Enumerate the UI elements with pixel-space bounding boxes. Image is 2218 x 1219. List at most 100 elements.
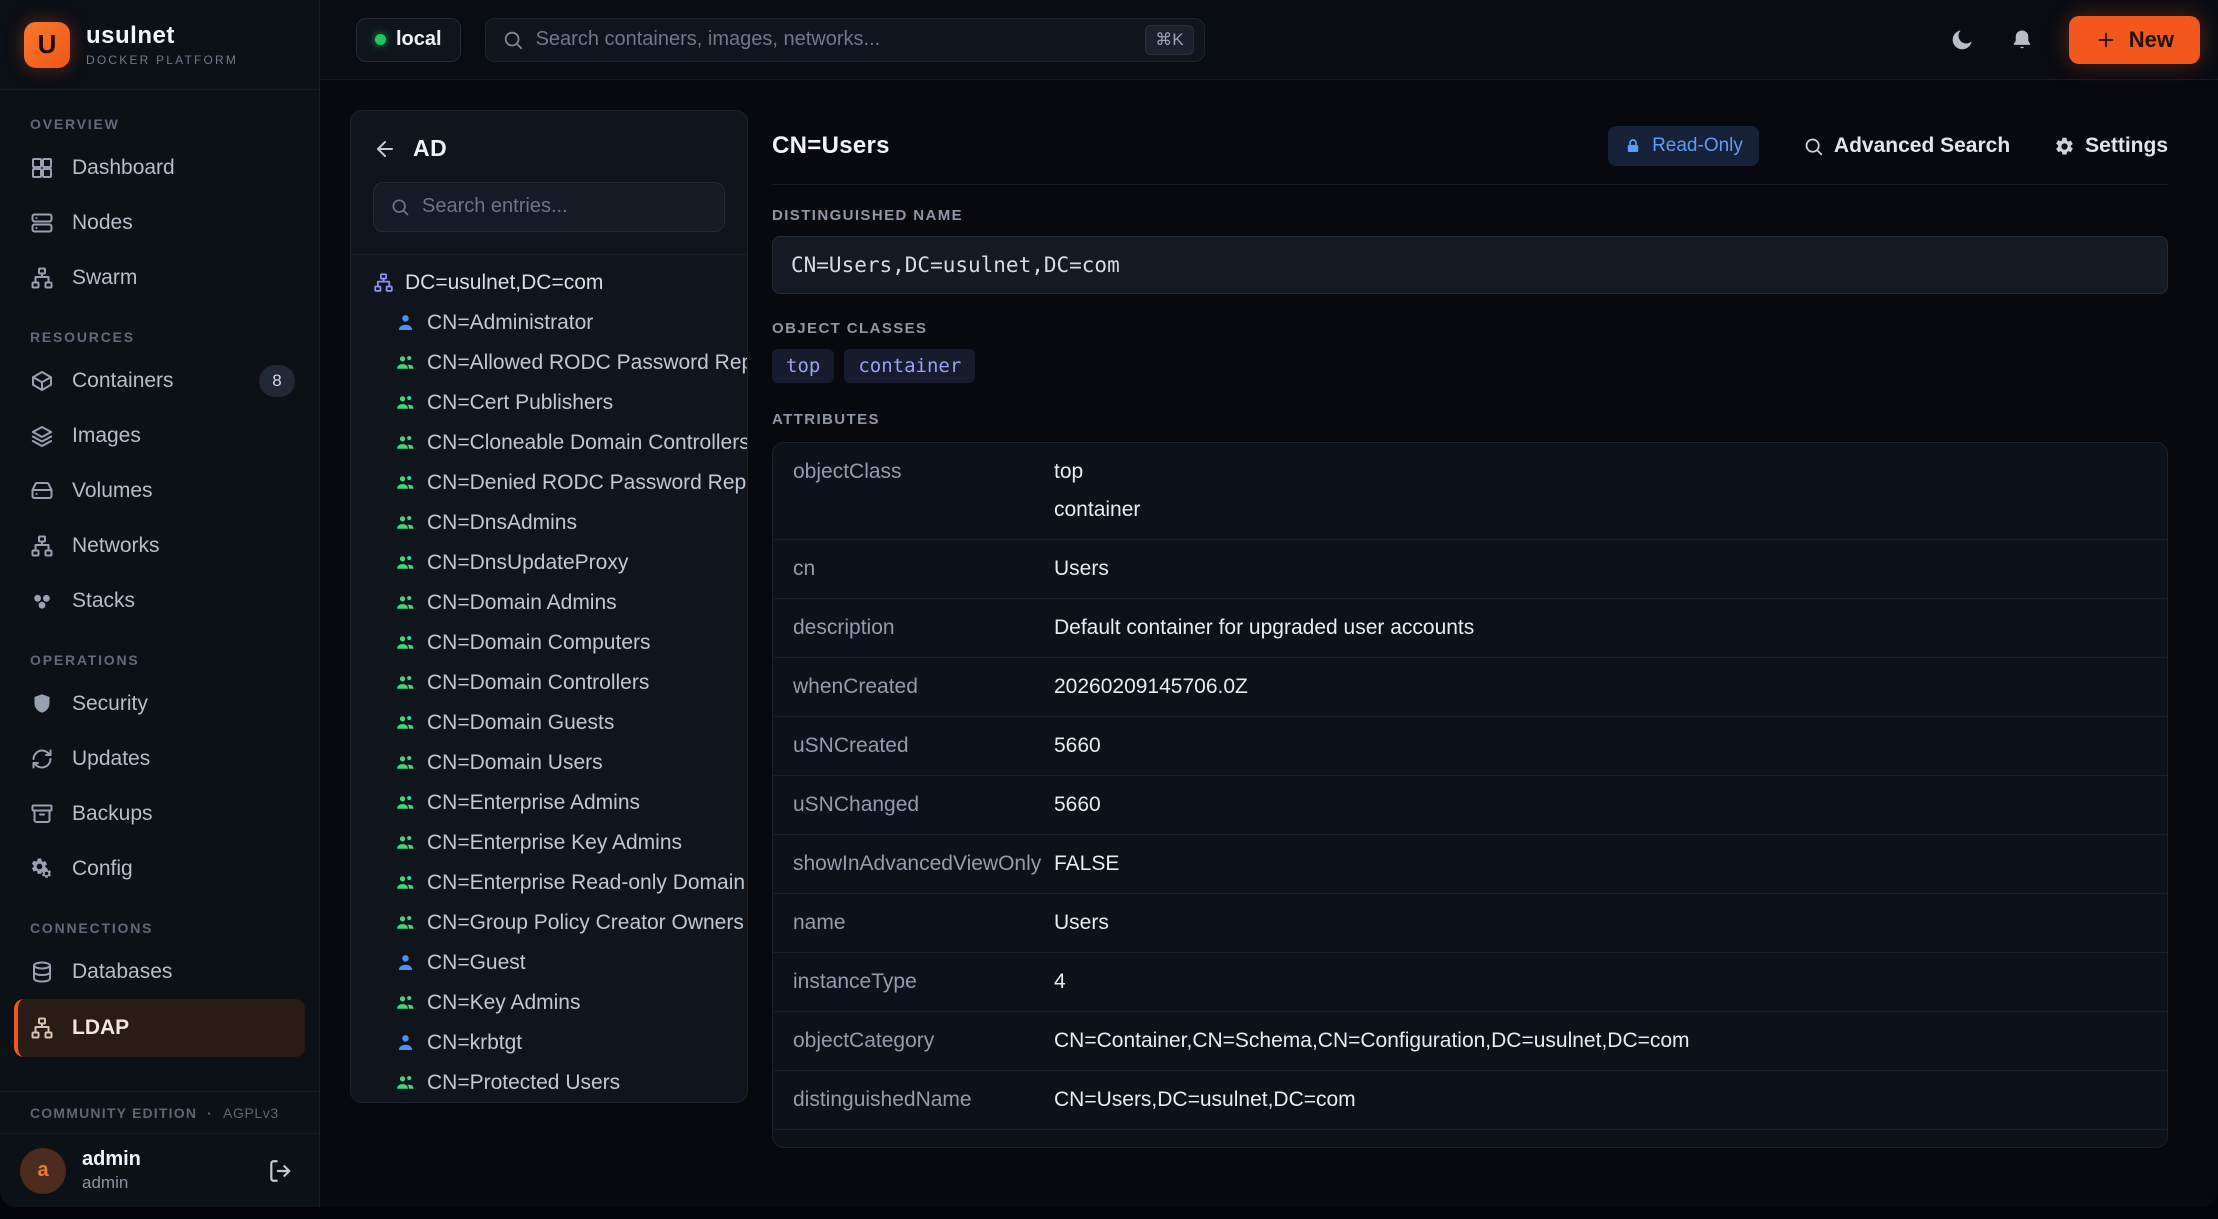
- sidebar-item-dashboard[interactable]: Dashboard: [0, 140, 319, 195]
- sidebar-item-images[interactable]: Images: [0, 408, 319, 463]
- tree-item-cn-krbtgt[interactable]: CN=krbtgt: [351, 1023, 747, 1063]
- edition-info: COMMUNITY EDITION · AGPLv3: [0, 1091, 319, 1133]
- sidebar-item-nodes[interactable]: Nodes: [0, 195, 319, 250]
- sidebar-item-label: Networks: [72, 534, 160, 558]
- sidebar-item-security[interactable]: Security: [0, 676, 319, 731]
- tree-item-label: CN=Domain Computers: [427, 631, 651, 655]
- tree-item-label: CN=Enterprise Key Admins: [427, 831, 682, 855]
- nav-section-operations: OPERATIONSSecurityUpdatesBackupsConfig: [0, 652, 319, 896]
- tree-item-cn-enterprise-key-admins[interactable]: CN=Enterprise Key Admins: [351, 823, 747, 863]
- sidebar-item-label: Config: [72, 857, 133, 881]
- sidebar-item-databases[interactable]: Databases: [0, 944, 319, 999]
- tree-item-cn-allowed-rodc-password-replicat[interactable]: CN=Allowed RODC Password Replicat...: [351, 343, 747, 383]
- license-label: AGPLv3: [223, 1105, 279, 1121]
- tree-item-cn-guest[interactable]: CN=Guest: [351, 943, 747, 983]
- dn-value-field[interactable]: [772, 236, 2168, 294]
- attr-name: whenCreated: [773, 672, 1054, 702]
- sidebar-item-config[interactable]: Config: [0, 841, 319, 896]
- tree-item-cn-key-admins[interactable]: CN=Key Admins: [351, 983, 747, 1023]
- tree-item-cn-domain-computers[interactable]: CN=Domain Computers: [351, 623, 747, 663]
- tree-item-cn-domain-users[interactable]: CN=Domain Users: [351, 743, 747, 783]
- sidebar-item-ldap[interactable]: LDAP: [14, 999, 305, 1057]
- layers-icon: [30, 424, 54, 448]
- attr-name: objectCategory: [773, 1026, 1054, 1056]
- sidebar-item-networks[interactable]: Networks: [0, 518, 319, 573]
- sidebar-item-updates[interactable]: Updates: [0, 731, 319, 786]
- nodes-icon: [30, 211, 54, 235]
- tree-item-cn-enterprise-read-only-domain-co[interactable]: CN=Enterprise Read-only Domain Co...: [351, 863, 747, 903]
- environment-badge[interactable]: local: [356, 18, 461, 62]
- sidebar: U usulnet DOCKER PLATFORM OVERVIEWDashbo…: [0, 0, 320, 1207]
- read-only-badge: Read-Only: [1608, 126, 1759, 166]
- tree-item-cn-enterprise-admins[interactable]: CN=Enterprise Admins: [351, 783, 747, 823]
- group-icon: [395, 592, 416, 613]
- attr-row-objectclass: objectClasstopcontainer: [773, 443, 2167, 539]
- dn-section-label: DISTINGUISHED NAME: [772, 207, 2168, 224]
- sidebar-item-stacks[interactable]: Stacks: [0, 573, 319, 628]
- main-area: local ⌘K New AD: [320, 0, 2218, 1207]
- tree-search: [373, 182, 725, 232]
- tree-item-dc-usulnet-dc-com[interactable]: DC=usulnet,DC=com: [351, 263, 747, 303]
- sidebar-item-containers[interactable]: Containers8: [0, 353, 319, 408]
- tree-item-cn-cert-publishers[interactable]: CN=Cert Publishers: [351, 383, 747, 423]
- avatar: a: [20, 1148, 66, 1194]
- tree-item-cn-domain-guests[interactable]: CN=Domain Guests: [351, 703, 747, 743]
- gear-icon: [2054, 136, 2075, 157]
- attr-name: instanceType: [773, 967, 1054, 997]
- tree-item-label: CN=Domain Users: [427, 751, 603, 775]
- tree-item-cn-dnsadmins[interactable]: CN=DnsAdmins: [351, 503, 747, 543]
- nav-section-overview: OVERVIEWDashboardNodesSwarm: [0, 116, 319, 305]
- plus-icon: [2095, 29, 2117, 51]
- attr-row-usncreated: uSNCreated5660: [773, 716, 2167, 775]
- new-button[interactable]: New: [2069, 16, 2200, 64]
- spheres-icon: [30, 589, 54, 613]
- tree-item-label: DC=usulnet,DC=com: [405, 271, 603, 295]
- app-tagline: DOCKER PLATFORM: [86, 53, 238, 67]
- tree-item-cn-domain-admins[interactable]: CN=Domain Admins: [351, 583, 747, 623]
- package-icon: [30, 369, 54, 393]
- global-search-input[interactable]: [536, 28, 1134, 51]
- sidebar-item-volumes[interactable]: Volumes: [0, 463, 319, 518]
- nav-section-connections: CONNECTIONSDatabasesLDAP: [0, 920, 319, 1057]
- attr-value: Users: [1054, 554, 2167, 584]
- tree-item-label: CN=Key Admins: [427, 991, 580, 1015]
- app-window: U usulnet DOCKER PLATFORM OVERVIEWDashbo…: [0, 0, 2218, 1207]
- back-icon[interactable]: [373, 137, 397, 161]
- edition-separator: ·: [207, 1105, 213, 1121]
- detail-header: CN=Users Read-Only Advanced Search Se: [772, 80, 2168, 185]
- attr-name: showInAdvancedViewOnly: [773, 849, 1054, 879]
- settings-button[interactable]: Settings: [2054, 134, 2168, 158]
- theme-toggle-moon-icon[interactable]: [1949, 27, 1975, 53]
- tree-item-cn-domain-controllers[interactable]: CN=Domain Controllers: [351, 663, 747, 703]
- sidebar-item-swarm[interactable]: Swarm: [0, 250, 319, 305]
- sidebar-footer: COMMUNITY EDITION · AGPLv3 a admin admin: [0, 1091, 319, 1207]
- notifications-bell-icon[interactable]: [2009, 27, 2035, 53]
- advanced-search-button[interactable]: Advanced Search: [1803, 134, 2010, 158]
- tree-item-cn-cloneable-domain-controllers[interactable]: CN=Cloneable Domain Controllers: [351, 423, 747, 463]
- group-icon: [395, 472, 416, 493]
- sidebar-item-backups[interactable]: Backups: [0, 786, 319, 841]
- attr-row-objectcategory: objectCategoryCN=Container,CN=Schema,CN=…: [773, 1011, 2167, 1070]
- lock-icon: [1624, 137, 1642, 155]
- tree-item-cn-administrator[interactable]: CN=Administrator: [351, 303, 747, 343]
- object-classes-label: OBJECT CLASSES: [772, 320, 2168, 337]
- count-badge: 8: [259, 365, 295, 397]
- user-menu[interactable]: a admin admin: [0, 1133, 319, 1207]
- sidebar-item-label: Volumes: [72, 479, 153, 503]
- tree-item-label: CN=Denied RODC Password Replicati...: [427, 471, 747, 495]
- logout-icon[interactable]: [267, 1158, 293, 1184]
- advanced-search-icon: [1803, 136, 1824, 157]
- tree-item-cn-dnsupdateproxy[interactable]: CN=DnsUpdateProxy: [351, 543, 747, 583]
- group-icon: [395, 752, 416, 773]
- sidebar-item-label: Images: [72, 424, 141, 448]
- tree-item-cn-protected-users[interactable]: CN=Protected Users: [351, 1063, 747, 1102]
- attr-value: 4: [1054, 967, 2167, 997]
- sidebar-item-label: Stacks: [72, 589, 135, 613]
- app-logo: U: [24, 22, 70, 68]
- ldap-tree-panel: AD DC=usulnet,DC=comCN=AdministratorCN=A…: [350, 110, 748, 1103]
- tree-item-cn-denied-rodc-password-replicati[interactable]: CN=Denied RODC Password Replicati...: [351, 463, 747, 503]
- tree-item-label: CN=DnsAdmins: [427, 511, 577, 535]
- tree-item-cn-group-policy-creator-owners[interactable]: CN=Group Policy Creator Owners: [351, 903, 747, 943]
- tree-item-label: CN=Enterprise Admins: [427, 791, 640, 815]
- tree-search-input[interactable]: [422, 195, 708, 218]
